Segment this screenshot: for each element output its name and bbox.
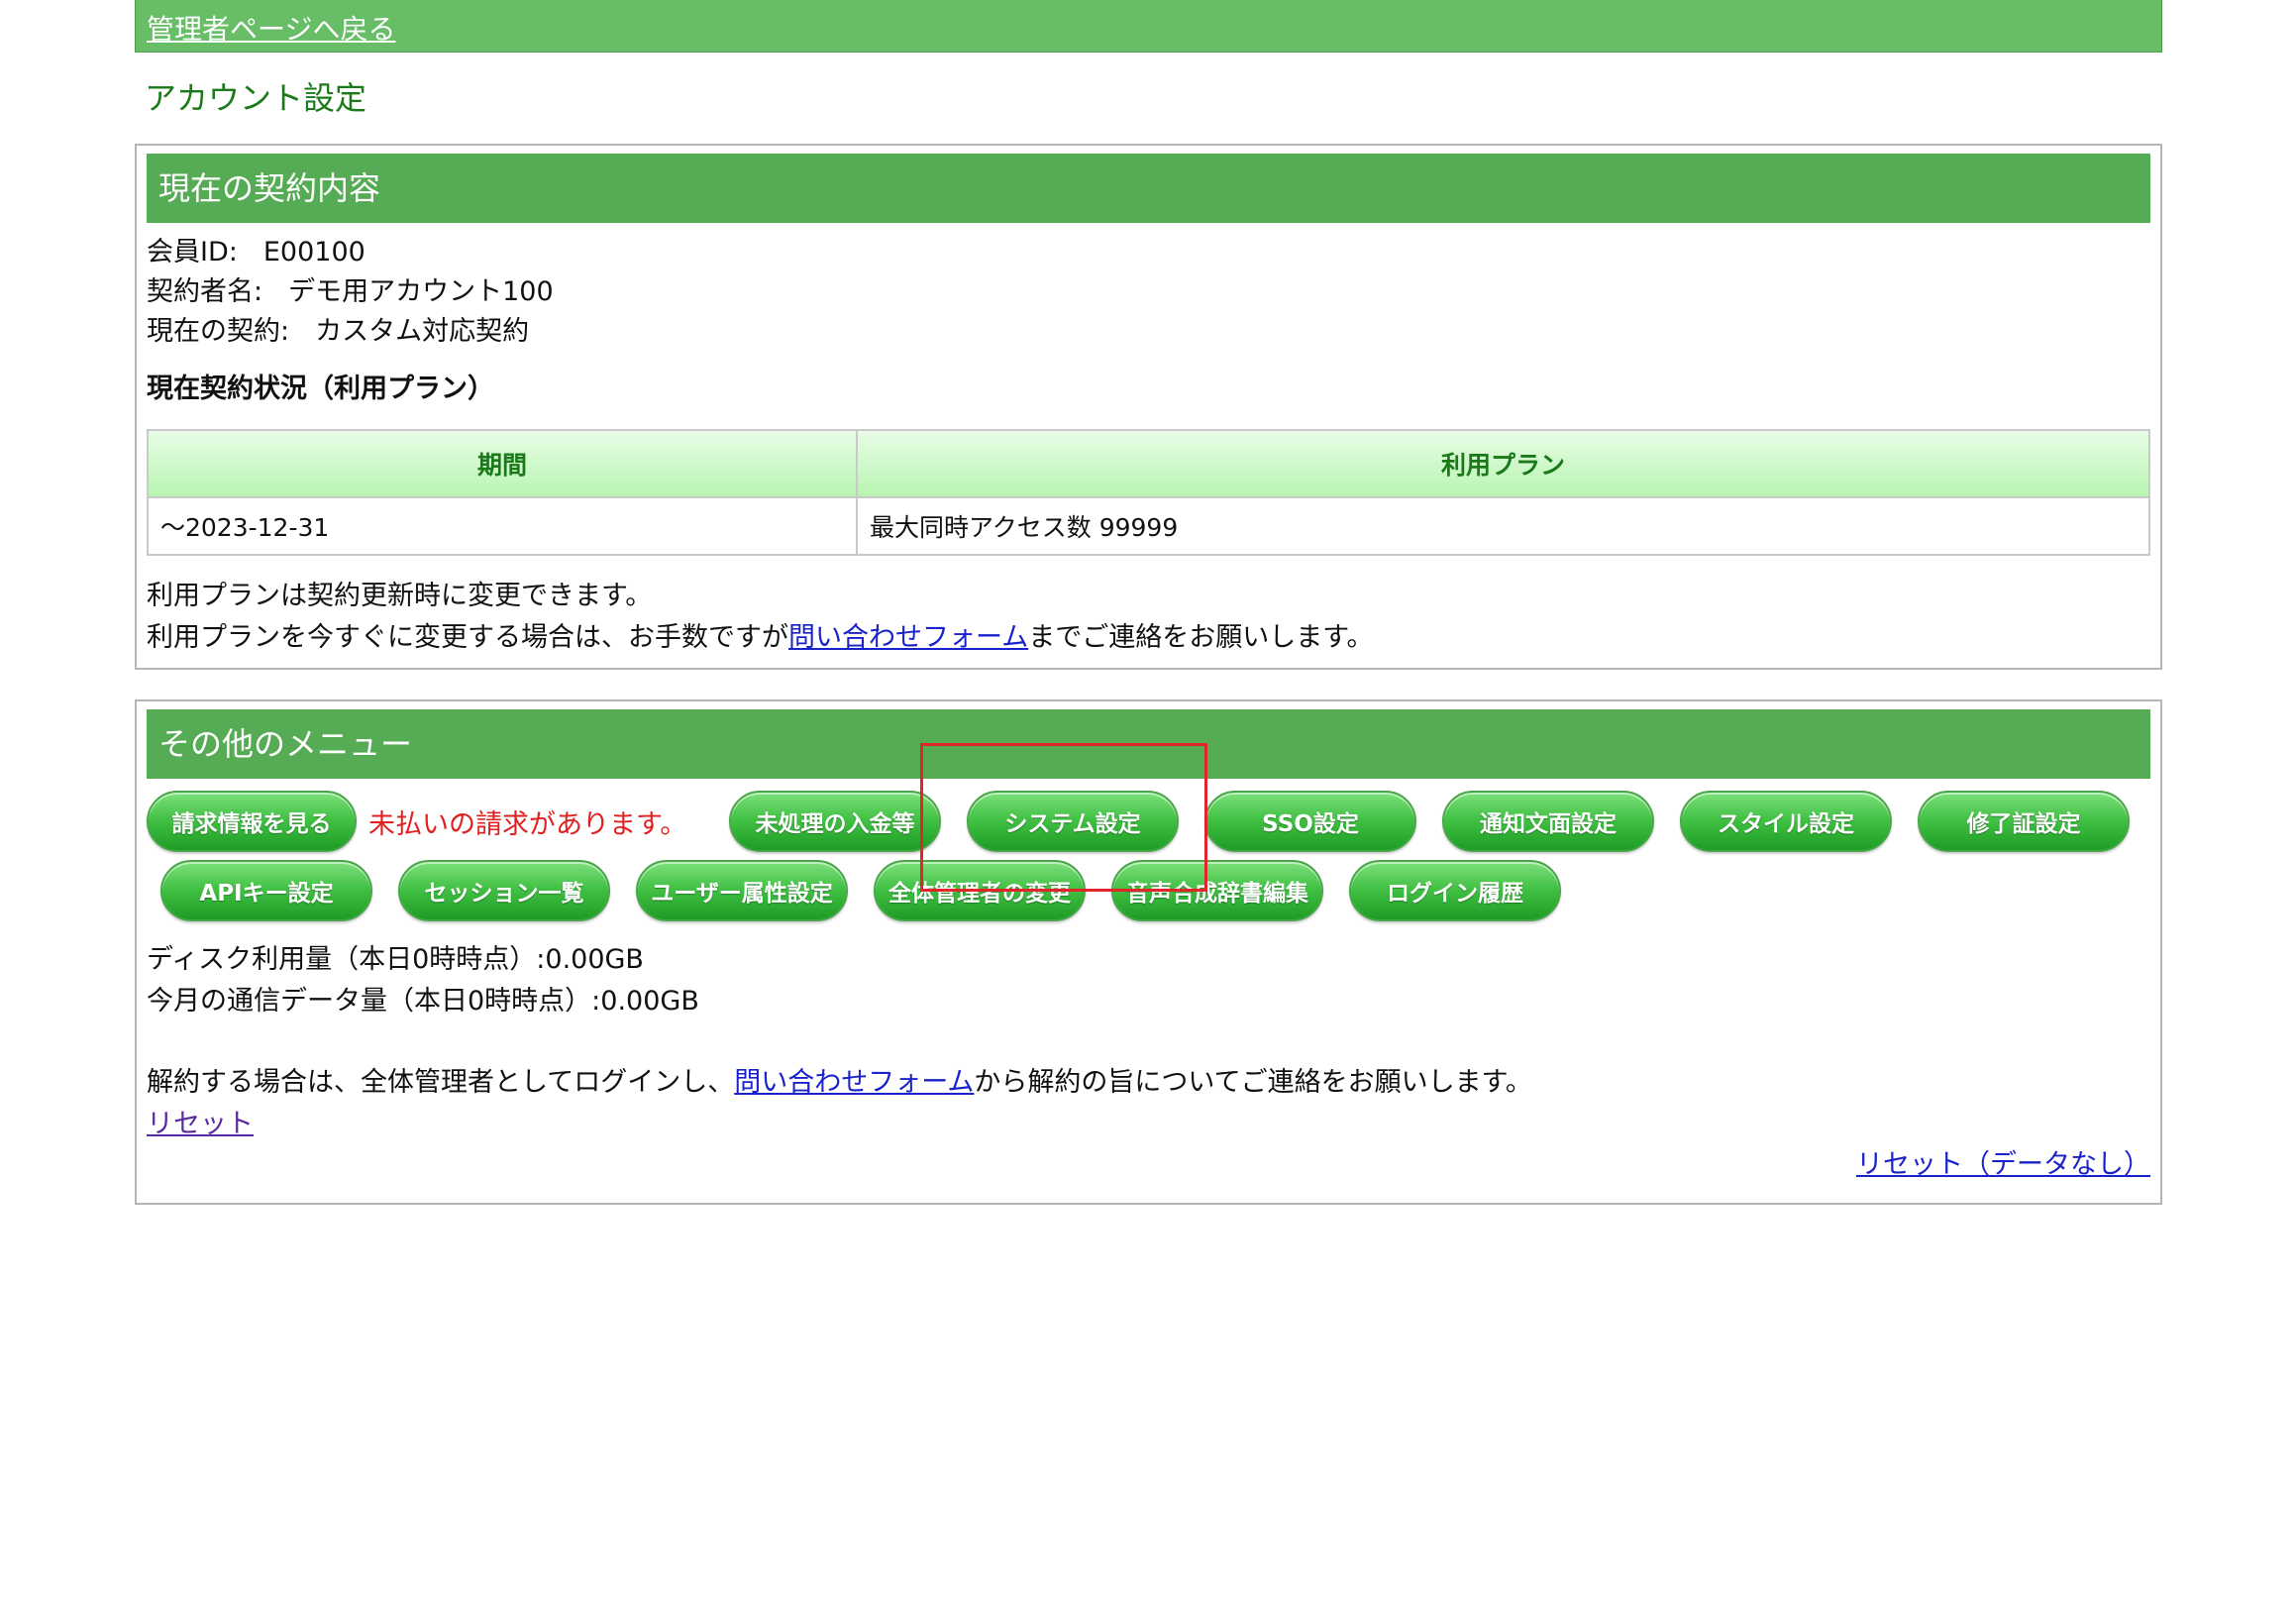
menu-button-row-1: 請求情報を見る 未払いの請求があります。 未処理の入金等 システム設定 SSO設… — [147, 791, 2150, 852]
cancel-note-post: から解約の旨についてご連絡をお願いします。 — [974, 1067, 1532, 1098]
contact-form-link[interactable]: 問い合わせフォーム — [788, 622, 1028, 653]
back-to-admin-link[interactable]: 管理者ページへ戻る — [147, 16, 395, 52]
member-id-line: 会員ID: E00100 — [147, 233, 2150, 272]
current-contract-line: 現在の契約: カスタム対応契約 — [147, 312, 2150, 352]
tts-dictionary-button[interactable]: 音声合成辞書編集 — [1111, 860, 1323, 921]
usage-info: ディスク利用量（本日0時時点）:0.00GB 今月の通信データ量（本日0時時点）… — [147, 939, 2150, 1022]
plan-notes: 利用プランは契約更新時に変更できます。 利用プランを今すぐに変更する場合は、お手… — [147, 576, 2150, 659]
cancel-note-pre: 解約する場合は、全体管理者としてログインし、 — [147, 1067, 735, 1098]
menu-button-row-2: APIキー設定 セッション一覧 ユーザー属性設定 全体管理者の変更 音声合成辞書… — [147, 860, 2150, 921]
period-header: 期間 — [147, 429, 858, 498]
login-history-button[interactable]: ログイン履歴 — [1349, 860, 1561, 921]
cancel-info: 解約する場合は、全体管理者としてログインし、問い合わせフォームから解約の旨につい… — [147, 1062, 2150, 1185]
cancel-contact-form-link[interactable]: 問い合わせフォーム — [734, 1067, 974, 1098]
change-admin-button[interactable]: 全体管理者の変更 — [874, 860, 1086, 921]
style-settings-button[interactable]: スタイル設定 — [1680, 791, 1892, 852]
table-row: ～2023-12-31 最大同時アクセス数 99999 — [147, 496, 2150, 556]
notification-text-settings-button[interactable]: 通知文面設定 — [1442, 791, 1654, 852]
page-wrapper: 管理者ページへ戻る アカウント設定 現在の契約内容 会員ID: E00100 契約… — [135, 0, 2162, 1205]
page-title: アカウント設定 — [145, 79, 367, 117]
reset-link[interactable]: リセット — [147, 1109, 254, 1139]
contract-status-heading: 現在契約状況（利用プラン） — [147, 374, 494, 404]
menu-panel-title: その他のメニュー — [147, 709, 2150, 779]
contract-info: 会員ID: E00100 契約者名: デモ用アカウント100 現在の契約: カスタム対… — [147, 233, 2150, 352]
disk-usage: ディスク利用量（本日0時時点）:0.00GB — [147, 944, 644, 975]
member-id-value: E00100 — [262, 237, 365, 268]
current-contract-value: カスタム対応契約 — [315, 316, 530, 347]
system-settings-button[interactable]: システム設定 — [967, 791, 1179, 852]
reset-nodata-link[interactable]: リセット（データなし） — [1856, 1149, 2150, 1180]
session-list-button[interactable]: セッション一覧 — [398, 860, 610, 921]
plan-note-2-post: までご連絡をお願いします。 — [1028, 622, 1374, 653]
top-bar: 管理者ページへ戻る — [135, 0, 2162, 53]
cancel-note: 解約する場合は、全体管理者としてログインし、問い合わせフォームから解約の旨につい… — [147, 1062, 2150, 1104]
certificate-settings-button[interactable]: 修了証設定 — [1918, 791, 2130, 852]
contractor-value: デモ用アカウント100 — [288, 276, 554, 307]
reset-line: リセット — [147, 1104, 2150, 1145]
traffic-usage: 今月の通信データ量（本日0時時点）:0.00GB — [147, 986, 699, 1017]
api-key-settings-button[interactable]: APIキー設定 — [160, 860, 372, 921]
contract-panel-title: 現在の契約内容 — [147, 154, 2150, 223]
menu-panel: その他のメニュー 請求情報を見る 未払いの請求があります。 未処理の入金等 シス… — [135, 699, 2162, 1205]
plan-table: 期間 利用プラン ～2023-12-31 最大同時アクセス数 99999 — [147, 429, 2150, 556]
plan-table-header: 期間 利用プラン — [147, 429, 2150, 498]
period-cell: ～2023-12-31 — [147, 496, 858, 556]
user-attribute-settings-button[interactable]: ユーザー属性設定 — [636, 860, 848, 921]
reset-nodata-line: リセット（データなし） — [147, 1145, 2150, 1185]
sso-settings-button[interactable]: SSO設定 — [1204, 791, 1416, 852]
contract-panel: 現在の契約内容 会員ID: E00100 契約者名: デモ用アカウント100 現在の… — [135, 144, 2162, 670]
contractor-line: 契約者名: デモ用アカウント100 — [147, 272, 2150, 312]
plan-note-2-pre: 利用プランを今すぐに変更する場合は、お手数ですが — [147, 622, 788, 653]
plan-header: 利用プラン — [856, 429, 2150, 498]
plan-cell: 最大同時アクセス数 99999 — [856, 496, 2150, 556]
plan-note-1: 利用プランは契約更新時に変更できます。 — [147, 581, 653, 611]
unpaid-notice: 未払いの請求があります。 — [368, 808, 687, 840]
plan-note-2: 利用プランを今すぐに変更する場合は、お手数ですが問い合わせフォームまでご連絡をお… — [147, 617, 2150, 659]
current-contract-label: 現在の契約: — [147, 316, 290, 347]
member-id-label: 会員ID: — [147, 237, 238, 268]
contractor-label: 契約者名: — [147, 276, 263, 307]
billing-info-button[interactable]: 請求情報を見る — [147, 791, 357, 852]
pending-payments-button[interactable]: 未処理の入金等 — [729, 791, 941, 852]
